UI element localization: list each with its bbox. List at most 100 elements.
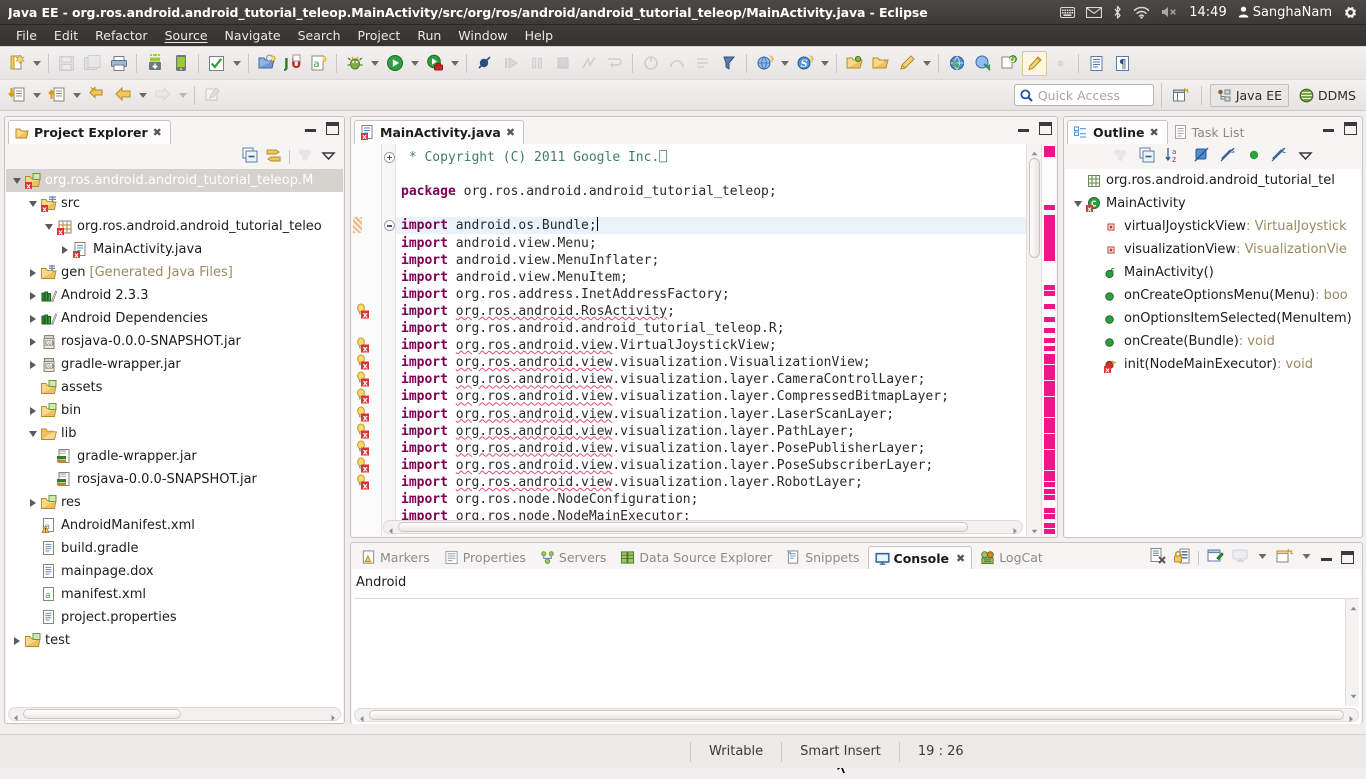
skip-breakpoints-icon[interactable] [472,51,497,76]
tree-twisty-closed-icon[interactable] [58,243,71,256]
tree-twisty-open-icon[interactable] [42,220,55,233]
console-output[interactable] [356,601,1341,704]
quickfix-error-marker-icon[interactable]: x [356,337,374,353]
open-web-browser-icon[interactable] [944,51,969,76]
quickfix-error-marker-icon[interactable]: x [356,354,374,370]
code-line[interactable] [396,166,1026,183]
run-dropdown[interactable] [408,51,421,76]
code-line[interactable]: import org.ros.android.view.visualizatio… [396,423,1026,440]
import-icon[interactable] [44,83,69,108]
quickfix-error-marker-icon[interactable]: x [356,303,374,319]
new-session-bean-icon[interactable]: S [792,51,817,76]
close-icon[interactable]: ✖ [1149,126,1158,139]
code-line[interactable]: import org.ros.android.view.visualizatio… [396,406,1026,423]
outline-item-virtualjoystickview[interactable]: virtualJoystickView : VirtualJoystick [1065,215,1361,238]
import-dropdown[interactable] [70,83,83,108]
tree-item-mainactivity-java[interactable]: x MainActivity.java [6,238,343,261]
code-line[interactable]: import org.ros.node.NodeConfiguration; [396,491,1026,508]
export-dropdown[interactable] [30,83,43,108]
scroll-lock-icon[interactable] [1174,548,1190,567]
annotation-error-marker[interactable] [1044,529,1055,534]
annotation-error-marker[interactable] [1044,465,1055,471]
scroll-down-icon[interactable] [1349,689,1358,704]
open-folder-icon[interactable] [868,51,893,76]
menu-file[interactable]: File [8,26,45,45]
scroll-left-icon[interactable] [12,710,20,721]
validate-icon[interactable] [204,51,229,76]
code-line[interactable]: import org.ros.android.view.visualizatio… [396,474,1026,491]
new-wizard-icon[interactable] [4,51,29,76]
quickfix-error-marker-icon[interactable]: x [356,474,374,490]
code-line[interactable] [396,200,1026,217]
perspective-ddms[interactable]: DDMS [1293,84,1362,107]
annotation-error-marker[interactable] [1044,470,1055,476]
scroll-left-icon[interactable] [358,711,366,722]
tree-item-res[interactable]: res [6,491,343,514]
annotation-error-marker[interactable] [1044,359,1055,365]
tree-twisty-open-icon[interactable] [26,427,39,440]
code-line[interactable]: import android.view.Menu; [396,235,1026,252]
quickfix-error-marker-icon[interactable]: x [356,423,374,439]
quickfix-error-marker-icon[interactable]: x [356,406,374,422]
annotation-error-marker[interactable] [1044,204,1055,210]
tab-data-source-explorer[interactable]: Data Source Explorer [614,546,778,569]
code-line[interactable]: import org.ros.android.view.visualizatio… [396,371,1026,388]
outline-item-oncreateoptionsmenu-menu[interactable]: onCreateOptionsMenu(Menu) : boo [1065,284,1361,307]
annotation-error-marker[interactable] [1044,256,1055,262]
tree-item-android-2-3-3[interactable]: Android 2.3.3 [6,284,343,307]
tree-item-gen[interactable]: gen [Generated Java Files] [6,261,343,284]
search-dropdown[interactable] [920,51,933,76]
vscroll-thumb[interactable] [1029,158,1040,258]
tree-twisty-closed-icon[interactable] [10,634,23,647]
last-edit-location-icon[interactable] [84,83,109,108]
menu-help[interactable]: Help [517,26,562,45]
tab-task-list[interactable]: Task List [1168,120,1253,144]
tab-servers[interactable]: Servers [534,546,613,569]
new-java-package-icon[interactable] [752,51,777,76]
show-whitespace-icon[interactable] [1084,51,1109,76]
annotation-error-marker[interactable] [1044,396,1055,402]
tab-properties[interactable]: Properties [438,546,532,569]
tree-item-android-dependencies[interactable]: Android Dependencies [6,307,343,330]
sort-az-icon[interactable]: az [1165,147,1183,166]
outline-item-org-ros-android-android-tutorial-tel[interactable]: org.ros.android.android_tutorial_tel [1065,169,1361,192]
menu-window[interactable]: Window [450,26,515,45]
code-line[interactable]: import org.ros.address.InetAddressFactor… [396,286,1026,303]
annotation-error-marker[interactable] [1044,507,1055,513]
annotation-summary-marker[interactable] [1044,146,1055,157]
tab-mainactivity-java[interactable]: x MainActivity.java ✖ [354,120,525,144]
view-menu-icon[interactable] [321,149,336,165]
tree-item-rosjava-0-0-0-snapshot-jar[interactable]: rosjava-0.0.0-SNAPSHOT.jar [6,468,343,491]
outline-item-init-nodemainexecutor[interactable]: x init(NodeMainExecutor) : void [1065,353,1361,376]
annotation-error-marker[interactable] [1044,488,1055,494]
minimize-icon[interactable] [1322,122,1335,135]
tree-item-org-ros-android-android-tutorial-teleop-m[interactable]: x org.ros.android.android_tutorial_teleop… [6,169,343,192]
tab-project-explorer[interactable]: Project Explorer ✖ [8,120,171,144]
code-line[interactable]: import org.ros.android.RosActivity; [396,303,1026,320]
hide-static-icon[interactable]: s [1220,147,1237,166]
tree-twisty-closed-icon[interactable] [26,312,39,325]
annotation-error-marker[interactable] [1044,495,1055,501]
open-console-icon[interactable] [1276,548,1294,567]
view-menu-icon[interactable] [1298,149,1313,165]
code-line[interactable]: import org.ros.android.view.visualizatio… [396,440,1026,457]
run-external-tools-icon[interactable] [422,51,447,76]
tree-twisty-closed-icon[interactable] [26,266,39,279]
outline-body[interactable]: org.ros.android.android_tutorial_tel Cx Ma… [1065,169,1361,537]
keyboard-icon[interactable] [1060,6,1076,18]
annotation-error-marker[interactable] [1044,375,1055,381]
maximize-icon[interactable] [1039,122,1052,135]
outline-item-mainactivity[interactable]: Cx MainActivity [1065,192,1361,215]
project-tree[interactable]: x org.ros.android.android_tutorial_teleop… [6,169,343,652]
annotation-error-marker[interactable] [1044,407,1055,413]
annotation-error-marker[interactable] [1044,291,1055,297]
annotation-error-marker[interactable] [1044,338,1055,344]
tree-item-gradle-wrapper-jar[interactable]: gradle-wrapper.jar [6,445,343,468]
editor-code-area[interactable]: * Copyright (C) 2011 Google Inc.⎕ package… [396,144,1026,528]
annotation-error-marker[interactable] [1044,346,1055,352]
scroll-down-icon[interactable] [1030,524,1039,534]
editor-hscrollbar[interactable] [383,520,1023,534]
annotation-error-marker[interactable] [1044,354,1055,360]
menu-edit[interactable]: Edit [46,26,86,45]
user-menu[interactable]: SanghaNam [1238,5,1332,20]
